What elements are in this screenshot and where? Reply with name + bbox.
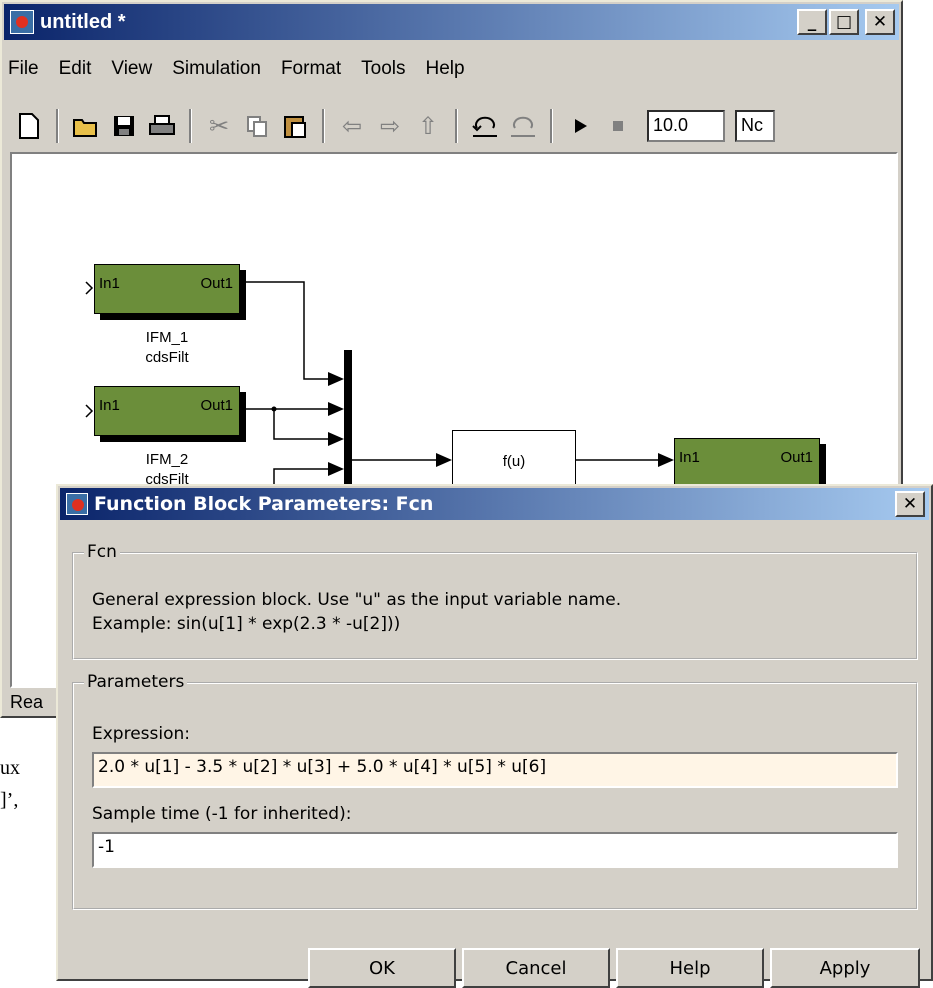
help-button[interactable]: Help (616, 948, 764, 988)
apply-button[interactable]: Apply (770, 948, 920, 988)
model-title-bar[interactable]: untitled * _ □ ✕ (4, 4, 899, 40)
simulation-mode-select[interactable]: Nc (735, 110, 775, 142)
block-name: IFM_1 (145, 329, 189, 346)
maximize-button[interactable]: □ (829, 9, 859, 35)
group-legend: Parameters (84, 672, 188, 692)
output-block[interactable]: In1 Out1 (674, 438, 820, 488)
block-subname: cdsFilt (145, 348, 189, 366)
toolbar-separator (455, 109, 458, 143)
sample-time-label: Sample time (-1 for inherited): (92, 804, 352, 824)
menu-format[interactable]: Format (281, 58, 341, 80)
status-bar: Rea (10, 692, 44, 712)
menu-simulation[interactable]: Simulation (172, 58, 261, 80)
description-line: General expression block. Use "u" as the… (92, 590, 622, 610)
menu-tools[interactable]: Tools (361, 58, 405, 80)
copy-icon[interactable] (238, 107, 276, 145)
toolbar-separator (189, 109, 192, 143)
ifm2-block[interactable]: In1 Out1 (94, 386, 240, 436)
block-inport-label: In1 (99, 397, 120, 414)
fcn-description-group: Fcn General expression block. Use "u" as… (72, 542, 918, 660)
dialog-close-button[interactable]: ✕ (895, 491, 925, 517)
background-text-line: ux (0, 757, 20, 779)
menu-file[interactable]: File (8, 58, 39, 80)
expression-label: Expression: (92, 724, 191, 744)
block-name: IFM_2 (145, 451, 189, 468)
open-icon[interactable] (67, 107, 105, 145)
example-line: Example: sin(u[1] * exp(2.3 * -u[2])) (92, 614, 401, 634)
forward-icon[interactable]: ⇨ (371, 107, 409, 145)
stop-time-input[interactable]: 10.0 (647, 110, 725, 142)
toolbar-separator (56, 109, 59, 143)
redo-icon[interactable] (504, 107, 542, 145)
cut-icon[interactable]: ✂ (200, 107, 238, 145)
block-inport-label: In1 (679, 449, 700, 466)
simulink-app-icon[interactable] (10, 10, 34, 34)
background-text-line: ]’, (0, 789, 19, 811)
dialog-title: Function Block Parameters: Fcn (94, 493, 434, 515)
fcn-block[interactable]: f(u) (452, 430, 576, 492)
block-parameters-dialog: Function Block Parameters: Fcn ✕ Fcn Gen… (56, 484, 933, 981)
menu-edit[interactable]: Edit (59, 58, 92, 80)
menu-bar: File Edit View Simulation Format Tools H… (8, 58, 465, 80)
block-inport-label: In1 (99, 275, 120, 292)
background-text: ux ]’, (0, 752, 20, 816)
expression-input[interactable]: 2.0 * u[1] - 3.5 * u[2] * u[3] + 5.0 * u… (92, 752, 898, 788)
up-icon[interactable]: ⇧ (409, 107, 447, 145)
ok-button[interactable]: OK (308, 948, 456, 988)
block-outport-label: Out1 (200, 397, 233, 414)
stop-icon[interactable] (599, 107, 637, 145)
window-title: untitled * (40, 10, 126, 33)
cancel-button[interactable]: Cancel (462, 948, 610, 988)
group-legend: Fcn (84, 542, 120, 562)
menu-view[interactable]: View (111, 58, 152, 80)
block-outport-label: Out1 (200, 275, 233, 292)
parameters-group: Parameters Expression: 2.0 * u[1] - 3.5 … (72, 672, 918, 910)
sample-time-input[interactable]: -1 (92, 832, 898, 868)
toolbar: ✂ ⇦ ⇨ ⇧ 10.0 Nc (10, 104, 897, 148)
dialog-title-bar[interactable]: Function Block Parameters: Fcn ✕ (60, 488, 929, 520)
simulink-app-icon (66, 493, 88, 515)
toolbar-separator (550, 109, 553, 143)
toolbar-separator (322, 109, 325, 143)
new-icon[interactable] (10, 107, 48, 145)
menu-help[interactable]: Help (425, 58, 464, 80)
block-outport-label: Out1 (780, 449, 813, 466)
minimize-button[interactable]: _ (797, 9, 827, 35)
print-icon[interactable] (143, 107, 181, 145)
undo-icon[interactable] (466, 107, 504, 145)
close-button[interactable]: ✕ (865, 9, 895, 35)
ifm1-label: IFM_1 cdsFilt (122, 328, 212, 367)
ifm1-block[interactable]: In1 Out1 (94, 264, 240, 314)
play-icon[interactable] (561, 107, 599, 145)
back-icon[interactable]: ⇦ (333, 107, 371, 145)
save-icon[interactable] (105, 107, 143, 145)
paste-icon[interactable] (276, 107, 314, 145)
